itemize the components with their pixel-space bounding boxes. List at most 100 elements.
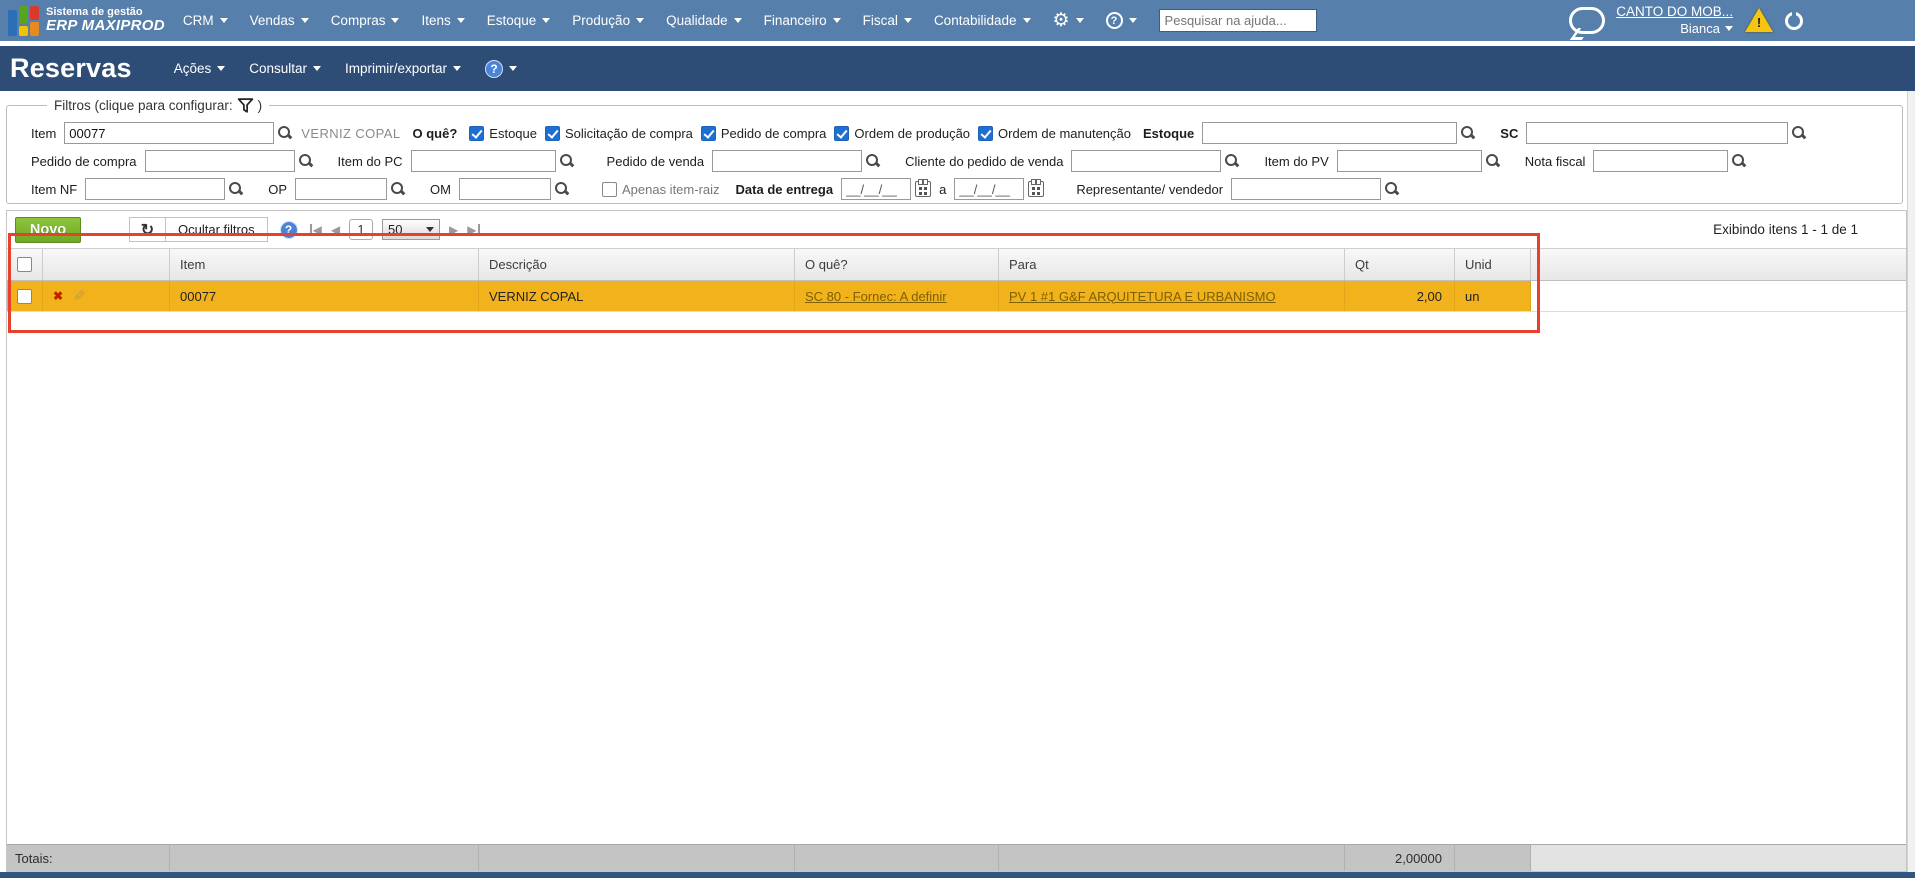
row-para-link[interactable]: PV 1 #1 G&F ARQUITETURA E URBANISMO xyxy=(1009,289,1276,304)
filter-checkbox-pedido-compra[interactable]: Pedido de compra xyxy=(700,125,826,141)
search-icon[interactable] xyxy=(1461,125,1476,141)
ocultar-filtros-button[interactable]: Ocultar filtros xyxy=(165,217,268,242)
search-icon[interactable] xyxy=(866,153,881,169)
calendar-icon[interactable] xyxy=(1028,179,1045,197)
menu-qualidade[interactable]: Qualidade xyxy=(666,13,742,28)
chevron-down-icon xyxy=(453,66,462,71)
item-pc-input[interactable] xyxy=(410,150,556,172)
edit-row-icon[interactable]: ✎ xyxy=(73,287,86,305)
empty-grid-body xyxy=(7,312,1906,844)
search-icon[interactable] xyxy=(278,125,293,141)
apenas-item-raiz-checkbox[interactable]: Apenas item-raiz xyxy=(601,181,720,197)
search-icon[interactable] xyxy=(1732,153,1747,169)
previous-page-icon[interactable]: ◀ xyxy=(331,224,340,236)
chat-icon[interactable] xyxy=(1569,7,1606,34)
op-input[interactable] xyxy=(295,178,388,200)
page-title: Reservas xyxy=(10,53,132,83)
help-search-input[interactable] xyxy=(1158,9,1317,32)
estoque-filter-input[interactable] xyxy=(1202,122,1458,144)
column-header-qt[interactable]: Qt xyxy=(1345,249,1455,280)
actions-column-header xyxy=(43,249,170,280)
help-icon: ? xyxy=(485,59,504,78)
checkbox-checked-icon xyxy=(834,125,850,141)
chevron-down-icon xyxy=(313,66,322,71)
filter-checkbox-solicitacao-compra[interactable]: Solicitação de compra xyxy=(544,125,693,141)
menu-contabilidade[interactable]: Contabilidade xyxy=(934,13,1031,28)
filter-checkbox-ordem-manutencao[interactable]: Ordem de manutenção xyxy=(978,125,1131,141)
search-icon[interactable] xyxy=(298,153,314,169)
warning-icon[interactable]: ! xyxy=(1744,8,1774,33)
reservations-grid: Novo ↻ Ocultar filtros ? ◀ ◀ 1 50 ▶ ▶ Ex… xyxy=(6,210,1907,872)
chevron-down-icon xyxy=(1725,26,1733,32)
pedido-compra-input[interactable] xyxy=(144,150,295,172)
om-label: OM xyxy=(430,181,451,197)
menu-vendas[interactable]: Vendas xyxy=(250,13,309,28)
first-page-icon[interactable]: ◀ xyxy=(309,223,322,236)
estoque-label: Estoque xyxy=(1143,125,1195,141)
page-number-input[interactable]: 1 xyxy=(349,219,374,240)
menu-crm[interactable]: CRM xyxy=(183,13,228,28)
menu-financeiro[interactable]: Financeiro xyxy=(764,13,841,28)
item-pc-label: Item do PC xyxy=(337,153,403,169)
menu-imprimir-exportar[interactable]: Imprimir/exportar xyxy=(345,61,462,76)
search-icon[interactable] xyxy=(391,181,406,197)
data-entrega-de-input[interactable] xyxy=(841,178,912,200)
item-filter-input[interactable] xyxy=(64,122,275,144)
filter-checkbox-ordem-producao[interactable]: Ordem de produção xyxy=(834,125,970,141)
column-header-unid[interactable]: Unid xyxy=(1455,249,1531,280)
column-header-oque[interactable]: O quê? xyxy=(795,249,999,280)
search-icon[interactable] xyxy=(229,181,244,197)
table-row[interactable]: ✖ ✎ 00077 VERNIZ COPAL SC 80 - Fornec: A… xyxy=(7,281,1906,312)
page-size-select[interactable]: 50 xyxy=(382,219,441,240)
menu-producao[interactable]: Produção xyxy=(572,13,645,28)
menu-compras[interactable]: Compras xyxy=(331,13,400,28)
cliente-pv-label: Cliente do pedido de venda xyxy=(905,153,1064,169)
checkbox-checked-icon xyxy=(544,125,560,141)
search-icon[interactable] xyxy=(1792,125,1807,141)
pedido-venda-input[interactable] xyxy=(712,150,863,172)
column-header-para[interactable]: Para xyxy=(999,249,1345,280)
data-entrega-ate-input[interactable] xyxy=(954,178,1025,200)
novo-button[interactable]: Novo xyxy=(15,216,81,243)
item-nf-input[interactable] xyxy=(85,178,226,200)
grid-help-icon[interactable]: ? xyxy=(279,220,298,239)
logout-power-icon[interactable] xyxy=(1785,7,1803,30)
search-icon[interactable] xyxy=(559,153,575,169)
representante-input[interactable] xyxy=(1231,178,1382,200)
menu-acoes[interactable]: Ações xyxy=(174,61,226,76)
sc-filter-input[interactable] xyxy=(1526,122,1789,144)
menu-estoque[interactable]: Estoque xyxy=(487,13,551,28)
search-icon[interactable] xyxy=(1225,153,1240,169)
help-menu[interactable]: ? xyxy=(1105,12,1137,29)
company-link[interactable]: CANTO DO MOB... xyxy=(1616,4,1733,21)
om-input[interactable] xyxy=(458,178,551,200)
search-icon[interactable] xyxy=(1385,181,1400,197)
calendar-icon[interactable] xyxy=(915,179,932,197)
column-header-item[interactable]: Item xyxy=(170,249,479,280)
select-all-checkbox[interactable] xyxy=(7,249,43,280)
row-oque-link[interactable]: SC 80 - Fornec: A definir xyxy=(805,289,947,304)
next-page-icon[interactable]: ▶ xyxy=(449,224,458,236)
refresh-button[interactable]: ↻ xyxy=(129,217,165,242)
delete-row-icon[interactable]: ✖ xyxy=(53,289,63,303)
chevron-down-icon xyxy=(636,18,645,23)
page-help[interactable]: ? xyxy=(485,59,518,78)
search-icon[interactable] xyxy=(554,181,570,197)
row-checkbox[interactable] xyxy=(7,281,43,311)
item-pv-input[interactable] xyxy=(1336,150,1482,172)
nota-fiscal-input[interactable] xyxy=(1593,150,1729,172)
menu-fiscal[interactable]: Fiscal xyxy=(863,13,912,28)
chevron-down-icon xyxy=(1128,18,1137,23)
cliente-pv-input[interactable] xyxy=(1071,150,1222,172)
filters-legend[interactable]: Filtros (clique para configurar: ) xyxy=(47,97,269,114)
search-icon[interactable] xyxy=(1485,153,1501,169)
column-header-descricao[interactable]: Descrição xyxy=(479,249,795,280)
filter-checkbox-estoque[interactable]: Estoque xyxy=(469,125,537,141)
menu-itens[interactable]: Itens xyxy=(421,13,465,28)
menu-consultar[interactable]: Consultar xyxy=(249,61,322,76)
last-page-icon[interactable]: ▶ xyxy=(467,223,480,236)
filter-row-2: Pedido de compra Item do PC Pedido de ve… xyxy=(15,150,1894,172)
vertical-scrollbar[interactable] xyxy=(1907,91,1915,872)
user-menu[interactable]: Bianca xyxy=(1680,21,1733,37)
settings-menu[interactable]: ⚙ xyxy=(1053,11,1084,30)
